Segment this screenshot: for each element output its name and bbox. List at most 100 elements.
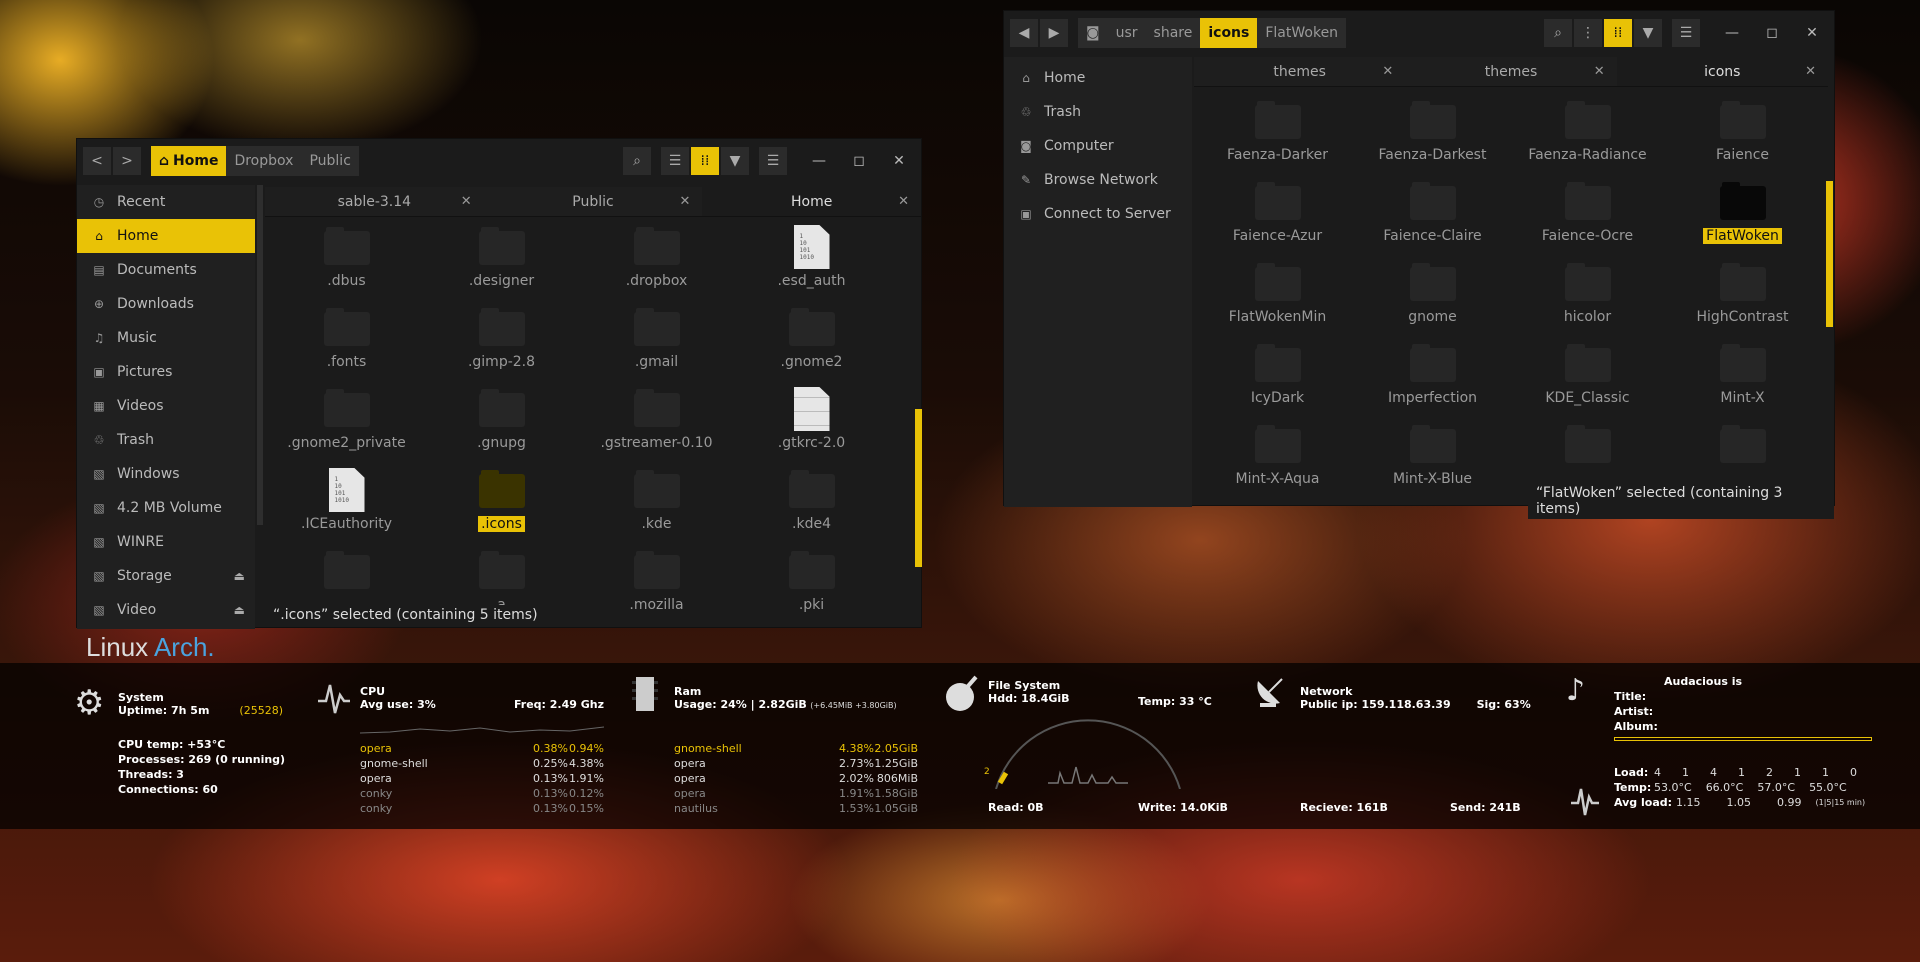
crumb-icons[interactable]: icons <box>1200 18 1258 48</box>
file-label: .fonts <box>326 354 367 370</box>
file-item[interactable]: .kde <box>579 464 734 545</box>
tab[interactable]: themes ✕ <box>1405 57 1617 86</box>
file-item[interactable]: .designer <box>424 221 579 302</box>
tab-close-icon[interactable]: ✕ <box>898 194 909 209</box>
minimize-button[interactable]: — <box>1712 25 1752 41</box>
sidebar-item[interactable]: ◷ Recent <box>77 185 255 219</box>
menu-button[interactable]: ☰ <box>759 147 787 175</box>
folder-item[interactable]: HighContrast <box>1665 257 1820 338</box>
more-button[interactable]: ⋮ <box>1574 19 1602 47</box>
sidebar-item[interactable]: ▧ Storage ⏏ <box>77 559 255 593</box>
tab-close-icon[interactable]: ✕ <box>679 194 690 209</box>
sidebar-item[interactable]: ▦ Videos <box>77 389 255 423</box>
crumb-flatwoken[interactable]: FlatWoken <box>1257 18 1346 48</box>
sidebar-item[interactable]: ◙ Computer <box>1004 129 1192 163</box>
folder-item[interactable]: gnome <box>1355 257 1510 338</box>
tab[interactable]: sable-3.14 ✕ <box>265 187 484 216</box>
folder-item[interactable]: Faience-Claire <box>1355 176 1510 257</box>
folder-item[interactable]: FlatWokenMin <box>1200 257 1355 338</box>
file-item[interactable]: .pki <box>734 545 889 626</box>
file-item[interactable]: .gnupg <box>424 383 579 464</box>
sidebar-item[interactable]: ♲ Trash <box>77 423 255 457</box>
file-item[interactable]: 1 10 101 1010 .esd_auth <box>734 221 889 302</box>
crumb-usr[interactable]: usr <box>1108 18 1146 48</box>
sidebar-item[interactable]: ▧ Windows <box>77 457 255 491</box>
crumb-home[interactable]: ⌂ Home <box>151 146 227 176</box>
tab-close-icon[interactable]: ✕ <box>1805 64 1816 79</box>
file-item[interactable]: .icons <box>424 464 579 545</box>
left-scrollbar-thumb[interactable] <box>915 409 922 567</box>
sort-button[interactable]: ▼ <box>721 147 749 175</box>
crumb-dropbox[interactable]: Dropbox <box>226 146 301 176</box>
folder-item[interactable]: IcyDark <box>1200 338 1355 419</box>
folder-item[interactable]: Mint-X-Blue <box>1355 419 1510 500</box>
sidebar-item[interactable]: ⌂ Home <box>1004 61 1192 95</box>
forward-button[interactable]: ▶ <box>1040 19 1068 47</box>
folder-item[interactable]: Imperfection <box>1355 338 1510 419</box>
folder-item[interactable]: Faience-Ocre <box>1510 176 1665 257</box>
back-button[interactable]: < <box>83 147 111 175</box>
folder-item[interactable]: FlatWoken <box>1665 176 1820 257</box>
file-item[interactable]: .fonts <box>269 302 424 383</box>
maximize-button[interactable]: ◻ <box>1752 25 1792 41</box>
folder-item[interactable]: Mint-X-Aqua <box>1200 419 1355 500</box>
folder-item[interactable]: Mint-X <box>1665 338 1820 419</box>
eject-icon[interactable]: ⏏ <box>234 569 245 583</box>
tab-close-icon[interactable]: ✕ <box>461 194 472 209</box>
grid-view-button[interactable]: ⁞⁞ <box>691 147 719 175</box>
left-sidebar-scrollbar[interactable] <box>257 185 263 525</box>
sort-button[interactable]: ▼ <box>1634 19 1662 47</box>
folder-item[interactable]: hicolor <box>1510 257 1665 338</box>
back-button[interactable]: ◀ <box>1010 19 1038 47</box>
search-button[interactable]: ⌕ <box>623 147 651 175</box>
grid-view-button[interactable]: ⁞⁞ <box>1604 19 1632 47</box>
file-item[interactable]: .gmail <box>579 302 734 383</box>
folder-item[interactable]: KDE_Classic <box>1510 338 1665 419</box>
file-item[interactable]: .kde4 <box>734 464 889 545</box>
tab-close-icon[interactable]: ✕ <box>1382 64 1393 79</box>
tab-close-icon[interactable]: ✕ <box>1594 64 1605 79</box>
tab[interactable]: icons ✕ <box>1616 57 1828 86</box>
menu-button[interactable]: ☰ <box>1672 19 1700 47</box>
right-scrollbar-thumb[interactable] <box>1826 181 1833 327</box>
forward-button[interactable]: > <box>113 147 141 175</box>
file-item[interactable]: .gstreamer-0.10 <box>579 383 734 464</box>
sidebar-item[interactable]: ⊕ Downloads <box>77 287 255 321</box>
close-button[interactable]: ✕ <box>879 153 919 169</box>
sidebar-item[interactable]: ▧ Video ⏏ <box>77 593 255 627</box>
file-item[interactable]: 1 10 101 1010 .ICEauthority <box>269 464 424 545</box>
tab[interactable]: themes ✕ <box>1194 57 1406 86</box>
list-view-button[interactable]: ☰ <box>661 147 689 175</box>
folder-item[interactable]: Faenza-Darker <box>1200 95 1355 176</box>
file-item[interactable]: .mozilla <box>579 545 734 626</box>
file-item[interactable]: .gimp-2.8 <box>424 302 579 383</box>
maximize-button[interactable]: ◻ <box>839 153 879 169</box>
folder-item[interactable]: Faience <box>1665 95 1820 176</box>
search-button[interactable]: ⌕ <box>1544 19 1572 47</box>
disk-icon[interactable]: ◙ <box>1078 18 1108 48</box>
tab[interactable]: Home ✕ <box>702 187 922 216</box>
crumb-share[interactable]: share <box>1146 18 1201 48</box>
file-item[interactable]: .dropbox <box>579 221 734 302</box>
folder-item[interactable]: Faenza-Radiance <box>1510 95 1665 176</box>
close-button[interactable]: ✕ <box>1792 25 1832 41</box>
minimize-button[interactable]: — <box>799 153 839 169</box>
folder-item[interactable]: Faenza-Darkest <box>1355 95 1510 176</box>
sidebar-item[interactable]: ▧ 4.2 MB Volume <box>77 491 255 525</box>
file-item[interactable]: .gtkrc-2.0 <box>734 383 889 464</box>
sidebar-item[interactable]: ▣ Connect to Server <box>1004 197 1192 231</box>
file-item[interactable]: .gnome2_private <box>269 383 424 464</box>
eject-icon[interactable]: ⏏ <box>234 603 245 617</box>
sidebar-item[interactable]: ✎ Browse Network <box>1004 163 1192 197</box>
sidebar-item[interactable]: ▧ WINRE <box>77 525 255 559</box>
file-item[interactable]: .gnome2 <box>734 302 889 383</box>
crumb-public[interactable]: Public <box>301 146 358 176</box>
sidebar-item[interactable]: ▣ Pictures <box>77 355 255 389</box>
sidebar-item[interactable]: ▤ Documents <box>77 253 255 287</box>
sidebar-item[interactable]: ⌂ Home <box>77 219 255 253</box>
folder-item[interactable]: Faience-Azur <box>1200 176 1355 257</box>
file-item[interactable]: .dbus <box>269 221 424 302</box>
tab[interactable]: Public ✕ <box>483 187 703 216</box>
sidebar-item[interactable]: ♫ Music <box>77 321 255 355</box>
sidebar-item[interactable]: ♲ Trash <box>1004 95 1192 129</box>
